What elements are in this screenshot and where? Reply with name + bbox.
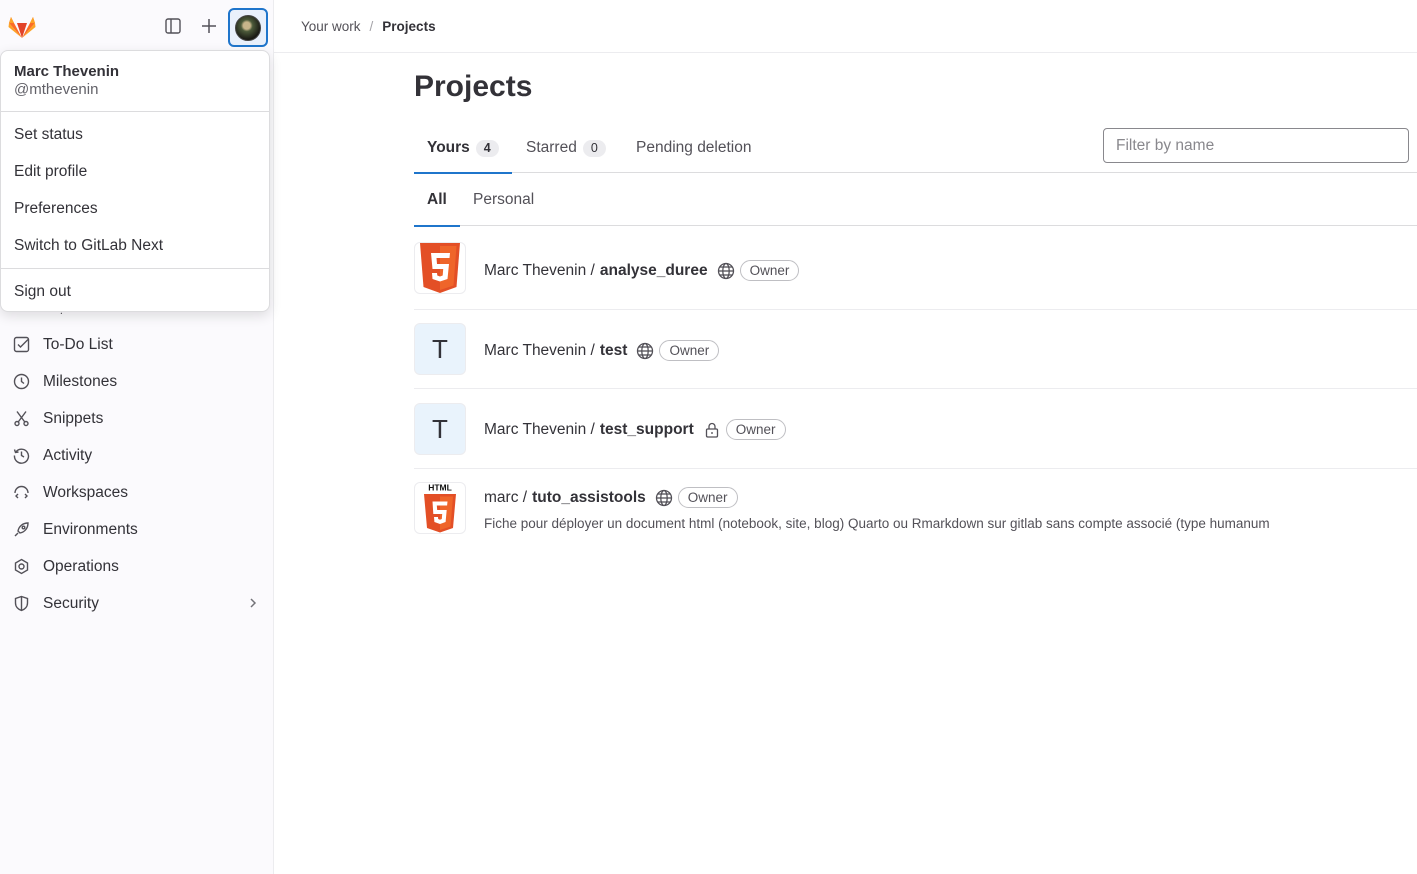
html5-icon (420, 243, 460, 293)
project-row: Marc Thevenin / analyse_duree Owner (414, 230, 1417, 310)
filter-by-name-input[interactable] (1103, 128, 1409, 163)
sidebar-item-label: Snippets (43, 409, 104, 427)
html5-text-icon: HTML (424, 483, 456, 533)
sidebar-toggle-button[interactable] (157, 10, 189, 42)
plus-icon (202, 19, 216, 33)
sidebar-item-label: Activity (43, 446, 93, 464)
sidebar-item-label: Operations (43, 557, 119, 575)
globe-icon (717, 262, 735, 280)
project-name[interactable]: analyse_duree (600, 262, 708, 280)
sidebar-item-label: To-Do List (43, 335, 113, 353)
breadcrumb-separator: / (369, 19, 374, 34)
sidebar-item-label: Workspaces (43, 483, 128, 501)
workspace-icon (12, 484, 30, 502)
role-badge: Owner (659, 340, 720, 361)
project-name[interactable]: test (600, 342, 628, 360)
user-menu-signout-group: Sign out (1, 268, 269, 314)
project-subtabs: All Personal (414, 174, 1417, 227)
sidebar-item-workspaces[interactable]: Workspaces (0, 474, 274, 511)
operations-icon (12, 558, 30, 576)
history-icon (12, 447, 30, 465)
tab-label: Starred (526, 139, 577, 156)
sidebar-item-security[interactable]: Security (0, 585, 274, 622)
project-row: HTML marc / tuto_assistools Owner Fiche … (414, 469, 1417, 549)
sign-out-item[interactable]: Sign out (1, 273, 269, 310)
breadcrumb-your-work[interactable]: Your work (301, 19, 361, 34)
project-avatar[interactable]: T (414, 403, 466, 455)
role-badge: Owner (725, 419, 786, 440)
project-title: marc / tuto_assistools Owner (484, 487, 738, 508)
sidebar-item-todo-list[interactable]: To-Do List (0, 326, 274, 363)
subtab-all[interactable]: All (414, 174, 460, 227)
sidebar-nav: To-Do List Milestones Snippets Activity … (0, 326, 274, 622)
project-avatar[interactable]: T (414, 323, 466, 375)
project-title: Marc Thevenin / test_support Owner (484, 419, 786, 440)
globe-icon (636, 342, 654, 360)
sidebar-header (0, 0, 274, 52)
shield-icon (12, 595, 30, 613)
sidebar-item-operations[interactable]: Operations (0, 548, 274, 585)
clock-icon (12, 373, 30, 391)
tab-starred[interactable]: Starred 0 (526, 123, 606, 173)
project-row: T Marc Thevenin / test Owner (414, 310, 1417, 389)
project-namespace[interactable]: marc / (484, 489, 527, 507)
sidebar-item-label: Environments (43, 520, 138, 538)
project-description: Fiche pour déployer un document html (no… (484, 516, 1270, 531)
project-avatar[interactable]: HTML (414, 482, 466, 534)
project-namespace[interactable]: Marc Thevenin / (484, 421, 595, 439)
project-name[interactable]: tuto_assistools (532, 489, 646, 507)
project-title: Marc Thevenin / test Owner (484, 340, 720, 361)
globe-icon (655, 489, 673, 507)
role-badge: Owner (739, 260, 800, 281)
subtab-personal[interactable]: Personal (473, 174, 534, 226)
project-namespace[interactable]: Marc Thevenin / (484, 262, 595, 280)
top-bar: Your work / Projects (274, 0, 1417, 53)
todo-icon (12, 336, 30, 354)
sidebar-item-snippets[interactable]: Snippets (0, 400, 274, 437)
user-handle: @mthevenin (14, 81, 99, 98)
chevron-right-icon (248, 596, 258, 612)
gitlab-logo-icon[interactable] (8, 13, 36, 39)
sidebar-item-environments[interactable]: Environments (0, 511, 274, 548)
user-menu-group: Set status Edit profile Preferences Swit… (1, 112, 269, 268)
user-name: Marc Thevenin (14, 63, 120, 80)
user-menu-header[interactable]: Marc Thevenin @mthevenin (1, 51, 269, 112)
project-avatar[interactable] (414, 242, 466, 294)
project-row: T Marc Thevenin / test_support Owner (414, 389, 1417, 469)
preferences-item[interactable]: Preferences (1, 190, 269, 227)
sidebar-item-label: Milestones (43, 372, 118, 390)
avatar (235, 14, 261, 41)
user-menu-dropdown: Marc Thevenin @mthevenin Set status Edit… (0, 50, 270, 312)
sidebar-item-activity[interactable]: Activity (0, 437, 274, 474)
sidebar-item-label: Security (43, 594, 99, 612)
user-avatar-button[interactable] (228, 8, 268, 47)
tab-label: Yours (427, 139, 470, 156)
project-name[interactable]: test_support (600, 421, 694, 439)
tab-pending-deletion[interactable]: Pending deletion (636, 123, 752, 173)
lock-icon (703, 421, 721, 439)
project-list: Marc Thevenin / analyse_duree Owner T Ma… (414, 230, 1417, 549)
scissors-icon (12, 410, 30, 428)
create-new-button[interactable] (193, 10, 225, 42)
edit-profile-item[interactable]: Edit profile (1, 153, 269, 190)
role-badge: Owner (677, 487, 738, 508)
project-namespace[interactable]: Marc Thevenin / (484, 342, 595, 360)
rocket-icon (12, 521, 30, 539)
sidebar-toggle-icon (165, 18, 181, 34)
tab-label: Pending deletion (636, 139, 752, 156)
tab-yours[interactable]: Yours 4 (414, 123, 512, 174)
html5-logo-text: HTML (428, 483, 452, 493)
switch-gitlab-next-item[interactable]: Switch to GitLab Next (1, 227, 269, 264)
count-badge: 0 (582, 139, 606, 157)
page-title: Projects (414, 70, 533, 103)
breadcrumb: Your work / Projects (301, 19, 436, 34)
project-title: Marc Thevenin / analyse_duree Owner (484, 260, 800, 281)
set-status-item[interactable]: Set status (1, 116, 269, 153)
sidebar-item-milestones[interactable]: Milestones (0, 363, 274, 400)
count-badge: 4 (475, 139, 499, 157)
breadcrumb-projects[interactable]: Projects (382, 19, 435, 34)
